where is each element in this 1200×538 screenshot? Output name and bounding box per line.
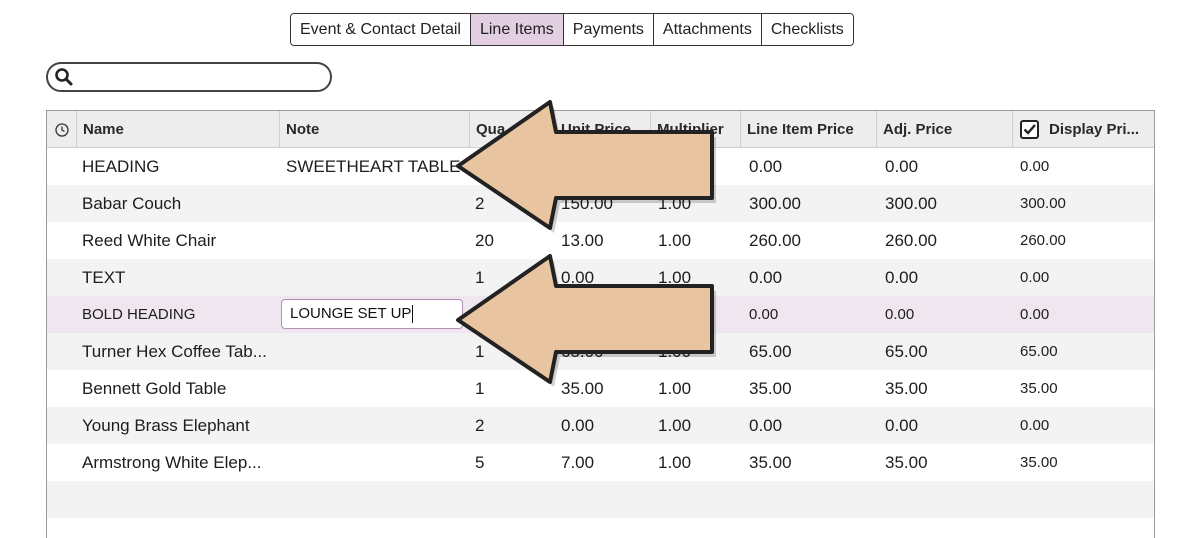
cell-adj-price: 0.00: [885, 306, 915, 323]
cell-line-item-price: 300.00: [749, 194, 801, 213]
note-edit-value: LOUNGE SET UP: [290, 305, 412, 322]
cell-multiplier: 1.00: [658, 453, 692, 472]
column-header-display-price-label: Display Pri...: [1049, 121, 1140, 138]
tab-bar: Event & Contact Detail Line Items Paymen…: [290, 13, 854, 46]
tab-attachments[interactable]: Attachments: [653, 14, 762, 45]
tab-checklists[interactable]: Checklists: [761, 14, 853, 45]
cell-line-item-price: 0.00: [749, 416, 783, 435]
cell-display-price: 0.00: [1020, 417, 1050, 434]
cell-adj-price: 0.00: [885, 416, 919, 435]
column-header-note[interactable]: Note: [279, 111, 469, 148]
cell-quantity: 2: [475, 416, 485, 435]
cell-name: Young Brass Elephant: [82, 416, 250, 435]
cell-name: Bennett Gold Table: [82, 379, 227, 398]
search-icon: [55, 68, 73, 86]
cell-line-item-price: 35.00: [749, 453, 792, 472]
column-header-display-price[interactable]: Display Pri...: [1012, 111, 1155, 148]
cell-unit-price: 0.00: [561, 416, 595, 435]
cell-line-item-price: 0.00: [749, 157, 783, 176]
cell-multiplier: 1.00: [658, 416, 692, 435]
cell-name: BOLD HEADING: [82, 306, 196, 323]
cell-adj-price: 0.00: [885, 157, 919, 176]
cell-name: Armstrong White Elep...: [82, 453, 262, 472]
cell-adj-price: 0.00: [885, 268, 919, 287]
cell-display-price: 35.00: [1020, 380, 1058, 397]
table-row[interactable]: Young Brass Elephant 2 0.00 1.00 0.00 0.…: [47, 407, 1154, 444]
cell-line-item-price: 65.00: [749, 342, 792, 361]
cell-name: TEXT: [82, 268, 126, 287]
cell-note: [286, 185, 471, 222]
cell-quantity: 5: [475, 453, 485, 472]
checkbox-checked-icon[interactable]: [1020, 120, 1039, 139]
column-header-adj-price[interactable]: Adj. Price: [876, 111, 1012, 148]
search-box[interactable]: [46, 62, 332, 92]
cell-note: [286, 407, 471, 444]
cell-display-price: 0.00: [1020, 158, 1050, 175]
text-caret: [412, 305, 414, 324]
cell-name: Reed White Chair: [82, 231, 217, 250]
cell-name: Turner Hex Coffee Tab...: [82, 342, 267, 361]
table-row-empty: [47, 481, 1154, 518]
cell-note: [286, 370, 471, 407]
tab-line-items[interactable]: Line Items: [470, 14, 564, 45]
cell-display-price: 65.00: [1020, 343, 1058, 360]
tab-event-contact-detail[interactable]: Event & Contact Detail: [291, 14, 471, 45]
cell-note: [286, 333, 471, 370]
annotation-arrow-icon: [456, 254, 716, 387]
cell-adj-price: 65.00: [885, 342, 928, 361]
column-header-name[interactable]: Name: [76, 111, 279, 148]
cell-adj-price: 260.00: [885, 231, 937, 250]
cell-name: Babar Couch: [82, 194, 182, 213]
column-header-line-item-price[interactable]: Line Item Price: [740, 111, 876, 148]
cell-display-price: 35.00: [1020, 454, 1058, 471]
cell-display-price: 300.00: [1020, 195, 1066, 212]
cell-adj-price: 35.00: [885, 453, 928, 472]
cell-adj-price: 35.00: [885, 379, 928, 398]
cell-note: [286, 444, 471, 481]
cell-unit-price: 7.00: [561, 453, 595, 472]
cell-display-price: 260.00: [1020, 232, 1066, 249]
cell-display-price: 0.00: [1020, 269, 1050, 286]
cell-line-item-price: 260.00: [749, 231, 801, 250]
cell-note: [286, 259, 471, 296]
search-input[interactable]: [78, 66, 322, 90]
cell-adj-price: 300.00: [885, 194, 937, 213]
cell-line-item-price: 0.00: [749, 268, 783, 287]
cell-line-item-price: 35.00: [749, 379, 792, 398]
table-row[interactable]: Armstrong White Elep... 5 7.00 1.00 35.0…: [47, 444, 1154, 481]
cell-note: [286, 222, 471, 259]
cell-note: SWEETHEART TABLE: [286, 157, 461, 176]
annotation-arrow-icon: [456, 100, 716, 233]
header-history[interactable]: [47, 111, 76, 148]
note-edit-field[interactable]: LOUNGE SET UP: [281, 299, 463, 329]
cell-line-item-price: 0.00: [749, 306, 779, 323]
cell-name: HEADING: [82, 157, 160, 176]
tab-payments[interactable]: Payments: [563, 14, 654, 45]
cell-display-price: 0.00: [1020, 306, 1050, 323]
clock-icon: [55, 123, 69, 137]
